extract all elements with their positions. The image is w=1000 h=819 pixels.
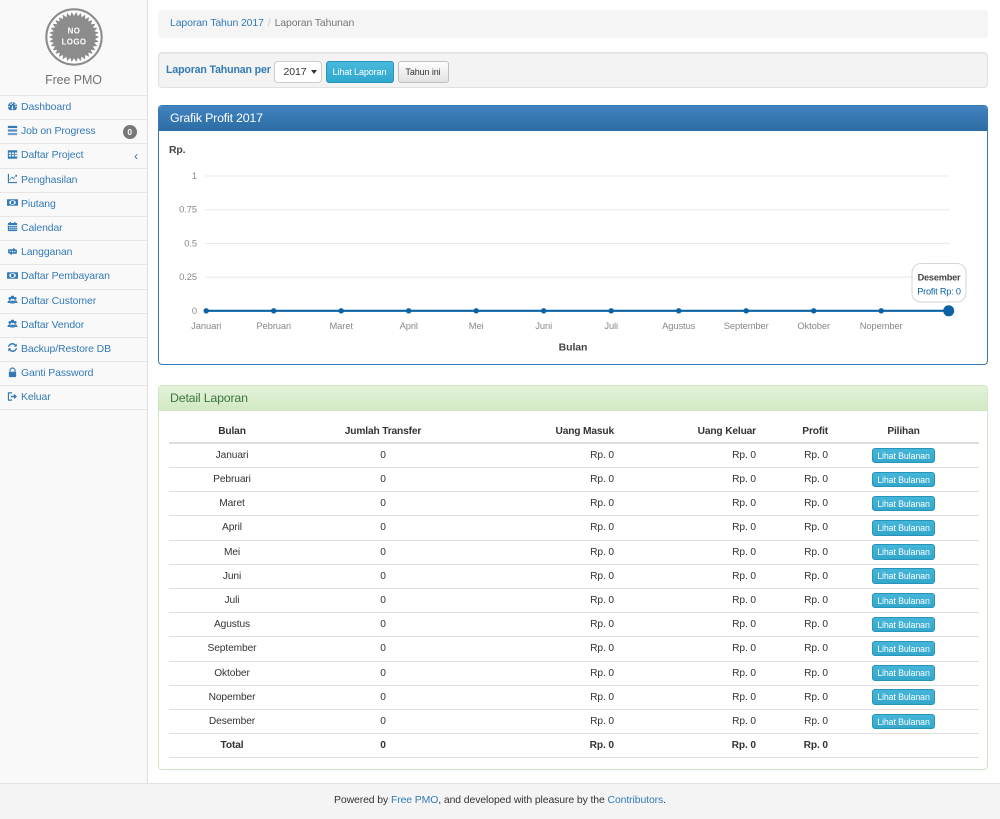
svg-text:Profit Rp: 0: Profit Rp: 0 — [917, 287, 961, 297]
svg-text:Juni: Juni — [535, 320, 552, 331]
svg-text:LOGO: LOGO — [61, 37, 86, 46]
svg-text:Januari: Januari — [191, 320, 221, 331]
svg-text:April: April — [400, 320, 418, 331]
svg-text:Rp.: Rp. — [169, 145, 186, 156]
svg-text:Oktober: Oktober — [797, 320, 830, 331]
svg-text:Mei: Mei — [469, 320, 484, 331]
svg-text:0.5: 0.5 — [184, 237, 197, 248]
svg-text:Maret: Maret — [329, 320, 353, 331]
svg-text:1: 1 — [192, 170, 197, 181]
svg-text:Juli: Juli — [604, 320, 618, 331]
svg-text:Bulan: Bulan — [559, 342, 588, 354]
svg-text:0: 0 — [192, 305, 197, 316]
svg-text:September: September — [724, 320, 769, 331]
svg-text:Nopember: Nopember — [860, 320, 903, 331]
svg-text:0.25: 0.25 — [179, 271, 197, 282]
svg-text:NO: NO — [67, 27, 80, 36]
svg-text:0.75: 0.75 — [179, 204, 197, 215]
svg-text:Desember: Desember — [918, 273, 961, 283]
svg-text:Pebruari: Pebruari — [256, 320, 291, 331]
svg-text:Agustus: Agustus — [662, 320, 696, 331]
